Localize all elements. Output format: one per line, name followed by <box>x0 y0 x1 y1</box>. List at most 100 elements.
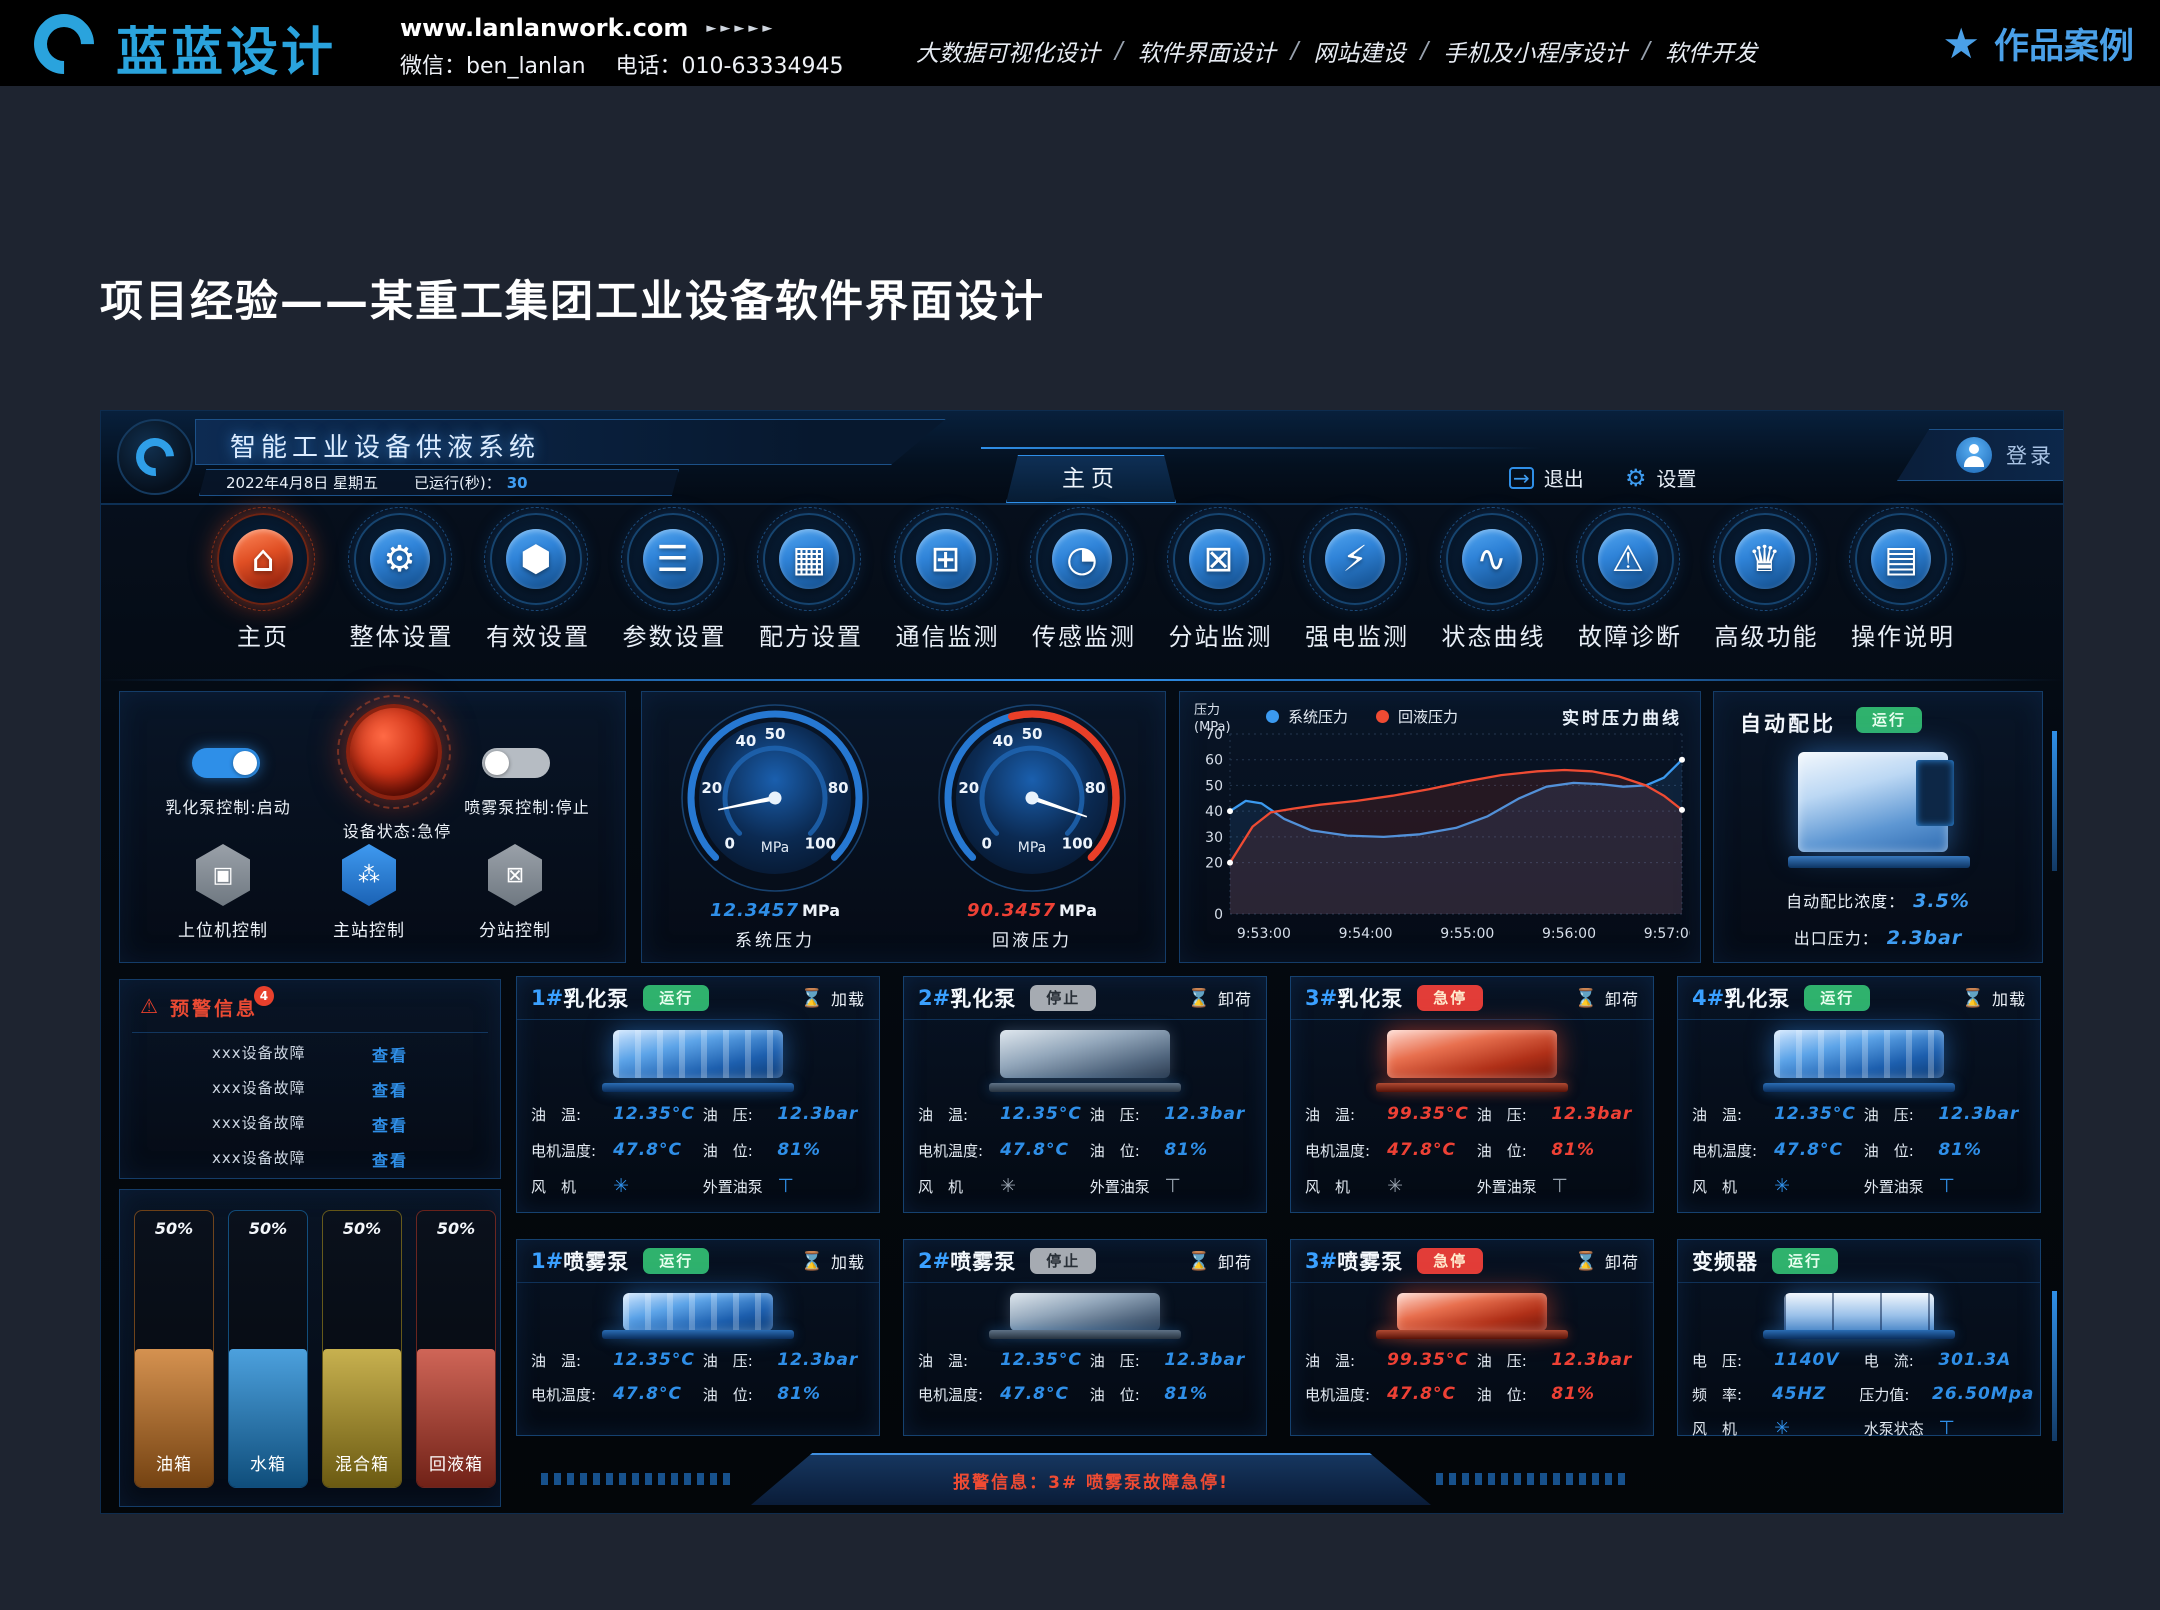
pressure-gauges-panel: 020405080100MPa 12.3457MPa 系统压力 02040508… <box>641 691 1166 963</box>
svg-text:40: 40 <box>735 732 756 750</box>
emulsion-pump-card-3: 3#乳化泵急停 ⌛卸荷 油 温:99.35°C油 压:12.3bar 电机温度:… <box>1290 976 1654 1213</box>
dash-nav-status-curve[interactable]: ∿状态曲线 <box>1442 507 1542 679</box>
pump-image <box>922 1022 1248 1096</box>
warning-row: xxx设备故障 查看 <box>120 1042 500 1072</box>
logout-button[interactable]: → 退出 <box>1509 463 1584 492</box>
hourglass-icon: ⌛ <box>1575 1251 1597 1272</box>
nav-item-website[interactable]: 网站建设 <box>1314 34 1406 68</box>
svg-text:40: 40 <box>992 732 1013 750</box>
dash-nav-global-settings[interactable]: ⚙整体设置 <box>350 507 450 679</box>
dash-nav-advanced[interactable]: ♛高级功能 <box>1715 507 1815 679</box>
svg-text:80: 80 <box>828 779 849 797</box>
legend-dot <box>1376 710 1389 723</box>
arrows-decoration: ►►►►► <box>706 21 776 36</box>
view-link[interactable]: 查看 <box>372 1147 408 1171</box>
view-link[interactable]: 查看 <box>372 1042 408 1066</box>
wechat-contact: 微信：ben_lanlan <box>400 48 586 80</box>
hourglass-icon: ⌛ <box>801 988 823 1009</box>
view-link[interactable]: 查看 <box>372 1112 408 1136</box>
pump-image <box>535 1022 861 1096</box>
contact-line: 微信：ben_lanlan 电话：010-63334945 <box>400 48 843 80</box>
svg-text:40: 40 <box>1205 804 1223 820</box>
site-url[interactable]: www.lanlanwork.com <box>400 14 688 42</box>
host-control-button[interactable]: ▣ 上位机控制 <box>153 844 293 941</box>
fan-icon: ✳ <box>1000 1175 1088 1197</box>
inverter-image <box>1696 1285 2022 1343</box>
dash-nav-comm-monitor[interactable]: ⊞通信监测 <box>896 507 996 679</box>
toggle-knob <box>233 751 257 775</box>
substation-control-button[interactable]: ⊠ 分站控制 <box>445 844 585 941</box>
status-badge: 停止 <box>1030 1248 1096 1274</box>
dash-nav-sensor-monitor[interactable]: ◔传感监测 <box>1032 507 1132 679</box>
status-badge: 运行 <box>1856 707 1922 733</box>
gear-icon: ⚙ <box>1625 469 1647 487</box>
dashboard-header: 智能工业设备供液系统 2022年4月8日 星期五 已运行(秒)：30 主页 → … <box>101 411 2063 505</box>
settings-button[interactable]: ⚙ 设置 <box>1625 463 1697 492</box>
density-row: 自动配比浓度：3.5% <box>1714 888 2042 912</box>
pump-icon: ⊤ <box>1164 1175 1252 1197</box>
alarm-bar: 报警信息：3# 喷雾泵故障急停! <box>751 1453 1431 1505</box>
ratio-machine-image <box>1780 742 1978 874</box>
spray-pump-card-3: 3#喷雾泵急停 ⌛卸荷 油 温:99.35°C油 压:12.3bar 电机温度:… <box>1290 1239 1654 1436</box>
nav-item-software-dev[interactable]: 软件开发 <box>1665 34 1757 68</box>
load-button[interactable]: ⌛加载 <box>801 1249 865 1273</box>
svg-text:0: 0 <box>981 834 991 852</box>
nav-item-mobile-miniapp[interactable]: 手机及小程序设计 <box>1443 34 1627 68</box>
dash-nav-param-settings[interactable]: ☰参数设置 <box>623 507 723 679</box>
avatar-icon <box>1956 437 1992 473</box>
load-button[interactable]: ⌛加载 <box>801 986 865 1010</box>
toggle-knob <box>485 751 509 775</box>
status-badge: 急停 <box>1417 985 1483 1011</box>
warning-row: xxx设备故障 查看 <box>120 1147 500 1177</box>
emulsion-toggle-label: 乳化泵控制:启动 <box>138 794 318 818</box>
hourglass-icon: ⌛ <box>1962 988 1984 1009</box>
siren-icon: ⚠ <box>140 994 158 1018</box>
svg-text:0: 0 <box>1214 907 1223 923</box>
dash-nav-power-monitor[interactable]: ⚡强电监测 <box>1305 507 1405 679</box>
view-link[interactable]: 查看 <box>372 1077 408 1101</box>
svg-text:20: 20 <box>701 779 722 797</box>
pump-image <box>1696 1022 2022 1096</box>
unload-button[interactable]: ⌛卸荷 <box>1575 1249 1639 1273</box>
nav-item-bigdata-viz[interactable]: 大数据可视化设计 <box>916 34 1100 68</box>
status-badge: 运行 <box>1804 985 1870 1011</box>
sensor-gauge-icon: ◔ <box>1066 539 1097 580</box>
portfolio-link[interactable]: ★ 作品案例 <box>1942 18 2134 69</box>
unload-button[interactable]: ⌛卸荷 <box>1188 1249 1252 1273</box>
gauge-label: 回液压力 <box>934 926 1130 951</box>
emulsion-pump-card-2: 2#乳化泵停止 ⌛卸荷 油 温:12.35°C油 压:12.3bar 电机温度:… <box>903 976 1267 1213</box>
master-station-control-button[interactable]: ⁂ 主站控制 <box>299 844 439 941</box>
emulsion-pump-toggle[interactable] <box>192 748 260 778</box>
gauge-dial: 020405080100MPa <box>677 700 873 900</box>
tank-levels-panel: 50% 油箱 50% 水箱 50% 混合箱 50% 回液箱 <box>119 1189 501 1507</box>
tab-home[interactable]: 主页 <box>1006 455 1176 503</box>
gear-icon: ⚙ <box>383 539 415 580</box>
manual-icon: ▤ <box>1884 539 1918 580</box>
nav-item-software-ui[interactable]: 软件界面设计 <box>1138 34 1276 68</box>
dash-nav-recipe-settings[interactable]: ▦配方设置 <box>759 507 859 679</box>
brand-name: 蓝蓝设计 <box>116 10 336 85</box>
edge-accent <box>2052 1291 2057 1441</box>
login-button[interactable]: 登录 <box>1897 429 2064 481</box>
unload-button[interactable]: ⌛卸荷 <box>1188 986 1252 1010</box>
pump-image <box>922 1285 1248 1343</box>
fan-icon: ✳ <box>1387 1175 1475 1197</box>
unload-button[interactable]: ⌛卸荷 <box>1575 986 1639 1010</box>
system-pressure-gauge: 020405080100MPa 12.3457MPa 系统压力 <box>677 700 873 951</box>
load-button[interactable]: ⌛加载 <box>1962 986 2026 1010</box>
auto-ratio-title: 自动配比 <box>1740 708 1836 738</box>
crown-icon: ♛ <box>1748 539 1780 580</box>
dash-nav-manual[interactable]: ▤操作说明 <box>1851 507 1951 679</box>
dashboard-logo-icon <box>117 419 193 495</box>
pump-control-panel: 乳化泵控制:启动 设备状态:急停 喷雾泵控制:停止 ▣ 上位机控制 ⁂ 主站控制… <box>119 691 626 963</box>
dash-nav-fault-diagnosis[interactable]: ⚠故障诊断 <box>1578 507 1678 679</box>
density-value: 3.5% <box>1913 890 1970 912</box>
recipe-icon: ▦ <box>792 539 826 580</box>
outlet-value: 2.3bar <box>1887 927 1962 949</box>
dash-nav-home[interactable]: ⌂主页 <box>213 507 313 679</box>
gauge-value: 12.3457 <box>710 900 799 921</box>
dash-nav-valid-settings[interactable]: ⬢有效设置 <box>486 507 586 679</box>
emergency-stop-button[interactable] <box>346 704 442 800</box>
dash-nav-substation-monitor[interactable]: ⊠分站监测 <box>1169 507 1269 679</box>
spray-pump-toggle[interactable] <box>482 748 550 778</box>
